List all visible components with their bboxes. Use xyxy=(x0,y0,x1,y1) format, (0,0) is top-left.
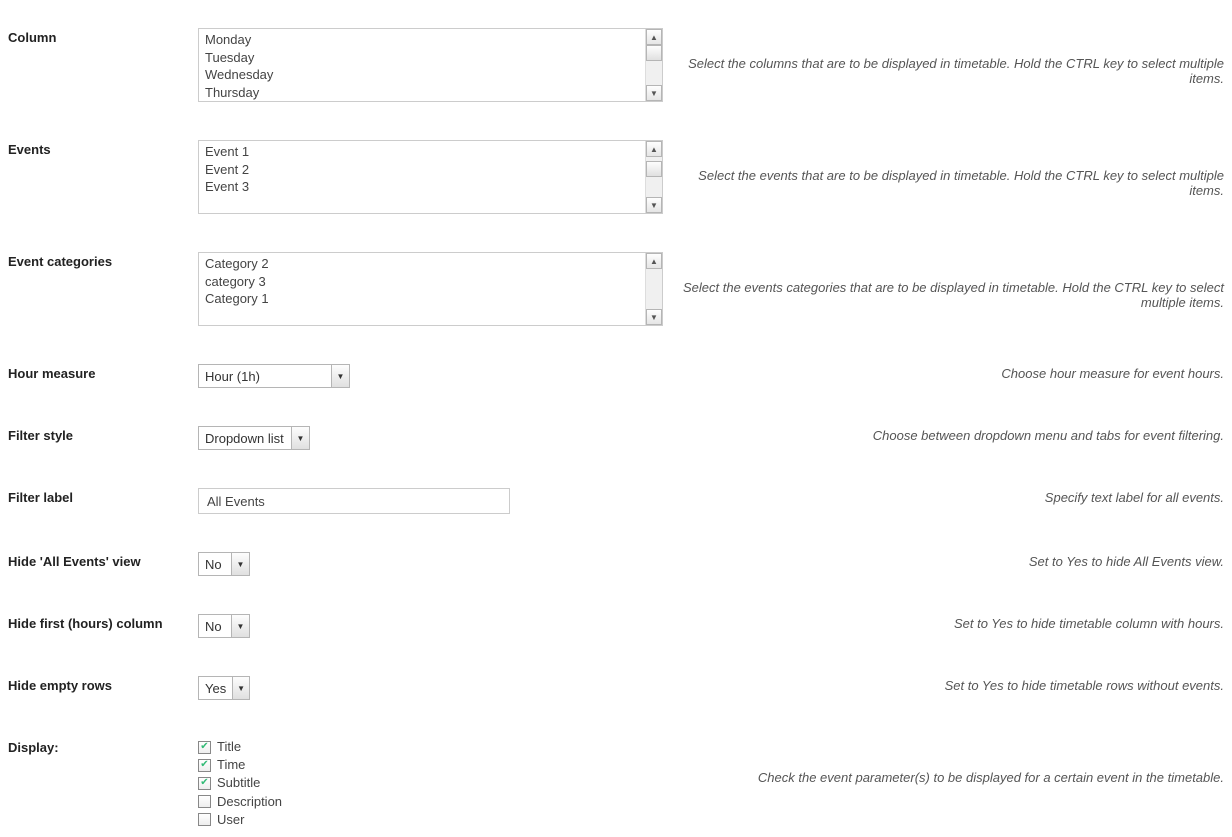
desc-hour-measure: Choose hour measure for event hours. xyxy=(663,364,1224,381)
scroll-thumb[interactable] xyxy=(646,45,662,61)
column-listbox[interactable]: Monday Tuesday Wednesday Thursday ▲ ▼ xyxy=(198,28,663,102)
events-option[interactable]: Event 2 xyxy=(205,161,639,179)
chevron-down-icon: ▼ xyxy=(291,427,309,449)
checkbox-label: Time xyxy=(217,756,245,774)
hide-all-events-select[interactable]: No ▼ xyxy=(198,552,250,576)
scroll-down-icon[interactable]: ▼ xyxy=(646,197,662,213)
label-categories: Event categories xyxy=(8,252,198,269)
checkbox-description[interactable] xyxy=(198,795,211,808)
label-column: Column xyxy=(8,28,198,45)
checkbox-label: User xyxy=(217,811,244,829)
checkbox-subtitle[interactable] xyxy=(198,777,211,790)
checkbox-title[interactable] xyxy=(198,741,211,754)
hour-measure-select[interactable]: Hour (1h) ▼ xyxy=(198,364,350,388)
desc-categories: Select the events categories that are to… xyxy=(663,252,1224,310)
column-option[interactable]: Monday xyxy=(205,31,639,49)
checkbox-label: Subtitle xyxy=(217,774,260,792)
desc-hide-all-events: Set to Yes to hide All Events view. xyxy=(663,552,1224,569)
label-hide-first-col: Hide first (hours) column xyxy=(8,614,198,631)
scroll-up-icon[interactable]: ▲ xyxy=(646,141,662,157)
desc-events: Select the events that are to be display… xyxy=(663,140,1224,198)
categories-listbox[interactable]: Category 2 category 3 Category 1 ▲ ▼ xyxy=(198,252,663,326)
events-option[interactable]: Event 1 xyxy=(205,143,639,161)
column-option[interactable]: Thursday xyxy=(205,84,639,101)
categories-option[interactable]: category 3 xyxy=(205,273,639,291)
scroll-up-icon[interactable]: ▲ xyxy=(646,253,662,269)
scrollbar[interactable]: ▲ ▼ xyxy=(645,253,662,325)
checkbox-user[interactable] xyxy=(198,813,211,826)
chevron-down-icon: ▼ xyxy=(331,365,349,387)
filter-label-input[interactable] xyxy=(198,488,510,514)
events-listbox[interactable]: Event 1 Event 2 Event 3 ▲ ▼ xyxy=(198,140,663,214)
select-value: Yes xyxy=(199,681,232,696)
scroll-down-icon[interactable]: ▼ xyxy=(646,85,662,101)
label-hour-measure: Hour measure xyxy=(8,364,198,381)
chevron-down-icon: ▼ xyxy=(231,553,249,575)
categories-option[interactable]: Category 1 xyxy=(205,290,639,308)
column-option[interactable]: Wednesday xyxy=(205,66,639,84)
desc-hide-first-col: Set to Yes to hide timetable column with… xyxy=(663,614,1224,631)
desc-display: Check the event parameter(s) to be displ… xyxy=(663,738,1224,785)
hide-first-col-select[interactable]: No ▼ xyxy=(198,614,250,638)
scroll-up-icon[interactable]: ▲ xyxy=(646,29,662,45)
desc-filter-style: Choose between dropdown menu and tabs fo… xyxy=(663,426,1224,443)
scroll-thumb[interactable] xyxy=(646,161,662,177)
label-hide-all-events: Hide 'All Events' view xyxy=(8,552,198,569)
label-hide-empty-rows: Hide empty rows xyxy=(8,676,198,693)
label-display: Display: xyxy=(8,738,198,755)
desc-hide-empty-rows: Set to Yes to hide timetable rows withou… xyxy=(663,676,1224,693)
label-events: Events xyxy=(8,140,198,157)
label-filter-style: Filter style xyxy=(8,426,198,443)
categories-option[interactable]: Category 2 xyxy=(205,255,639,273)
checkbox-label: Title xyxy=(217,738,241,756)
select-value: Hour (1h) xyxy=(199,369,266,384)
select-value: No xyxy=(199,619,228,634)
hide-empty-rows-select[interactable]: Yes ▼ xyxy=(198,676,250,700)
select-value: No xyxy=(199,557,228,572)
label-filter-label: Filter label xyxy=(8,488,198,505)
select-value: Dropdown list xyxy=(199,431,290,446)
scrollbar[interactable]: ▲ ▼ xyxy=(645,141,662,213)
events-option[interactable]: Event 3 xyxy=(205,178,639,196)
scrollbar[interactable]: ▲ ▼ xyxy=(645,29,662,101)
scroll-down-icon[interactable]: ▼ xyxy=(646,309,662,325)
filter-style-select[interactable]: Dropdown list ▼ xyxy=(198,426,310,450)
checkbox-label: Description xyxy=(217,793,282,811)
chevron-down-icon: ▼ xyxy=(232,677,249,699)
desc-filter-label: Specify text label for all events. xyxy=(663,488,1224,505)
desc-column: Select the columns that are to be displa… xyxy=(663,28,1224,86)
column-option[interactable]: Tuesday xyxy=(205,49,639,67)
chevron-down-icon: ▼ xyxy=(231,615,249,637)
